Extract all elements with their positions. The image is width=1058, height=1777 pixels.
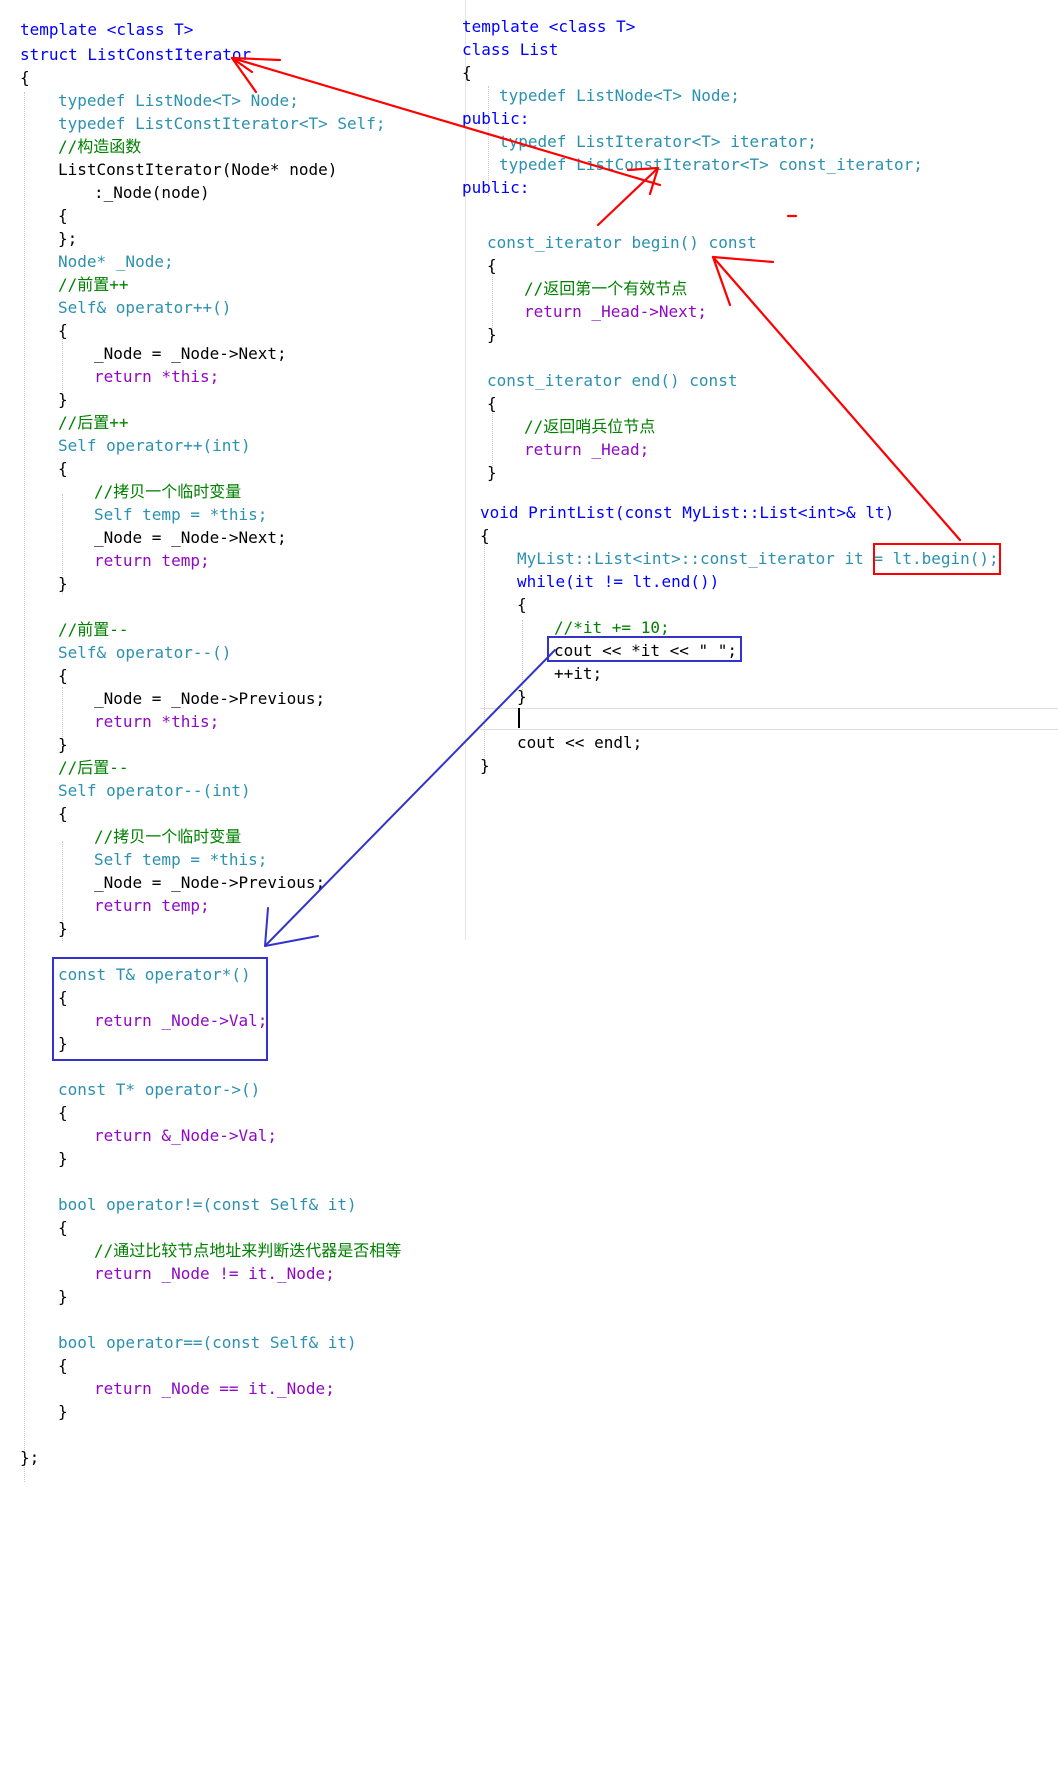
code-line: Self temp = *this; [94,505,268,524]
left-code-pane: template <class T> struct ListConstItera… [0,0,470,1777]
code-line: } [58,1287,68,1306]
code-comment: //后置++ [58,413,129,432]
right-code-pane: template <class T> class List { typedef … [462,0,1058,1777]
code-comment: //后置-- [58,758,129,777]
code-line: { [20,68,30,87]
indent-guide [492,268,493,328]
code-line: } [480,756,490,775]
code-line: ++it; [554,664,603,683]
indent-guide [24,92,25,1482]
code-line: { [487,394,497,413]
code-line: } [58,1149,68,1168]
code-line: const_iterator end() const [487,371,738,390]
code-line: template <class T> [20,20,194,39]
code-line: _Node = _Node->Next; [94,528,287,547]
code-line: }; [58,229,78,248]
code-line: { [58,988,68,1007]
code-line: { [480,526,490,545]
code-line: } [58,919,68,938]
code-line: return *this; [94,367,220,386]
pane-divider [465,0,466,940]
indent-guide [492,408,493,468]
code-line: public: [462,109,530,128]
code-line: Self operator++(int) [58,436,251,455]
code-line: return _Node->Val; [94,1011,268,1030]
code-line: return _Node != it._Node; [94,1264,335,1283]
code-line: { [58,459,68,478]
code-line: Self& operator--() [58,643,232,662]
code-line: { [462,63,472,82]
code-line: void PrintList(const MyList::List<int>& … [480,503,895,522]
code-comment: //返回哨兵位节点 [524,417,656,436]
code-line: } [58,1402,68,1421]
code-line: cout << endl; [517,733,643,752]
code-line: Self operator--(int) [58,781,251,800]
code-line: } [58,574,68,593]
code-line: return _Head->Next; [524,302,708,321]
code-line: { [58,1356,68,1375]
code-line: public: [462,178,530,197]
code-line: } [487,463,497,482]
code-line: while(it != lt.end()) [517,572,720,591]
code-line: Self temp = *this; [94,850,268,869]
code-line: { [58,1103,68,1122]
code-line: _Node = _Node->Previous; [94,873,326,892]
code-line: typedef ListConstIterator<T> Self; [58,114,386,133]
code-line: typedef ListNode<T> Node; [58,91,299,110]
code-line: Self& operator++() [58,298,232,317]
code-comment: //构造函数 [58,137,142,156]
indent-guide [484,540,485,770]
code-line: return temp; [94,896,210,915]
code-line: bool operator!=(const Self& it) [58,1195,357,1214]
code-line: return _Node == it._Node; [94,1379,335,1398]
code-line: bool operator==(const Self& it) [58,1333,357,1352]
code-comment: //通过比较节点地址来判断迭代器是否相等 [94,1241,402,1260]
code-line: typedef ListNode<T> Node; [499,86,740,105]
code-line: typedef ListIterator<T> iterator; [499,132,817,151]
code-line: const T& operator*() [58,965,251,984]
code-comment: //拷贝一个临时变量 [94,827,242,846]
code-comment: //前置-- [58,620,129,639]
code-line: typedef ListConstIterator<T> const_itera… [499,155,923,174]
code-line: return &_Node->Val; [94,1126,278,1145]
code-line: return _Head; [524,440,650,459]
code-comment: //拷贝一个临时变量 [94,482,242,501]
code-line: _Node = _Node->Next; [94,344,287,363]
code-line: } [58,1034,68,1053]
indent-guide [62,332,63,392]
current-line-border [480,729,1058,730]
code-line: { [58,804,68,823]
code-line: _Node = _Node->Previous; [94,689,326,708]
code-comment: //返回第一个有效节点 [524,279,688,298]
code-line: } [58,390,68,409]
code-comment: //前置++ [58,275,129,294]
code-line: const_iterator begin() const [487,233,757,252]
code-line: cout << *it << " "; [554,641,738,660]
code-line: } [517,687,527,706]
code-line: :_Node(node) [94,183,210,202]
code-line: return temp; [94,551,210,570]
code-line: Node* _Node; [58,252,174,271]
code-line: { [58,321,68,340]
code-line: class List [462,40,559,59]
code-line: template <class T> [462,17,636,36]
code-line: { [58,206,68,225]
code-comment: //*it += 10; [554,618,670,637]
code-line: { [58,666,68,685]
text-caret [518,708,520,728]
code-line: { [487,256,497,275]
code-line: ListConstIterator(Node* node) [58,160,338,179]
code-line: { [517,595,527,614]
code-line: const T* operator->() [58,1080,261,1099]
begin-call-highlight-box [873,543,1001,575]
code-line: }; [20,1448,40,1467]
code-line: return *this; [94,712,220,731]
code-line: } [58,735,68,754]
code-line: { [58,1218,68,1237]
code-line: } [487,325,497,344]
current-line-border [480,708,1058,709]
code-line: struct ListConstIterator [20,45,252,64]
